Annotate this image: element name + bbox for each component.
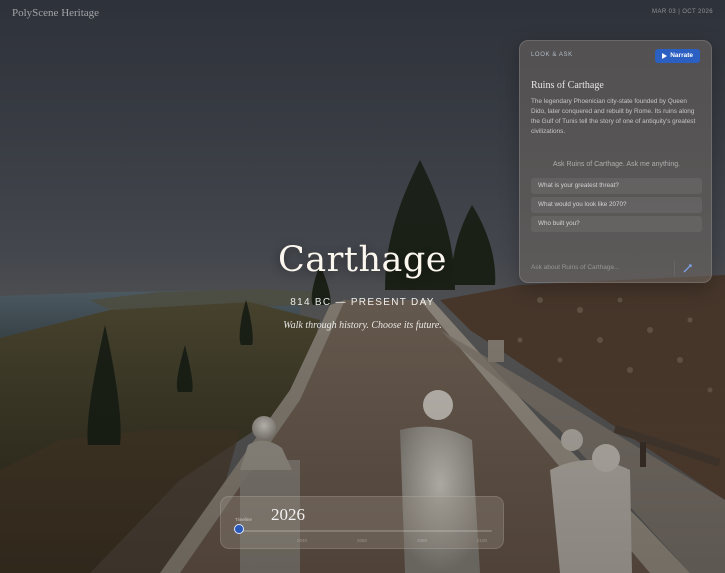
hero-period: 814 BC — PRESENT DAY [290,297,435,308]
timeline-year: 2026 [271,505,305,524]
look-and-ask-panel: LOOK & ASK Narrate Ruins of Carthage The… [519,40,712,283]
timeline-track[interactable] [237,530,492,532]
ask-input[interactable] [531,261,664,275]
suggestion-chip[interactable]: Who built you? [531,216,702,232]
ask-hint: Ask Ruins of Carthage. Ask me anything. [552,161,681,168]
timeline-thumb[interactable] [234,524,244,534]
panel-tag: LOOK & ASK [531,52,573,58]
panel-description: The legendary Phoenician city-state foun… [531,98,696,135]
narrate-label: Narrate [670,52,693,59]
timeline-tick: 2100 [477,538,488,543]
play-icon [662,53,668,59]
suggestion-chip[interactable]: What would you look like 2070? [531,197,702,213]
send-button[interactable] [674,261,699,276]
suggestion-chip[interactable]: What is your greatest threat? [531,178,702,194]
timeline-label: Timeline [235,517,252,522]
timeline-panel: Timeline 2026 2040 2060 2080 2100 [220,496,504,549]
hero-tagline: Walk through history. Choose its future. [283,320,442,331]
narrate-button[interactable]: Narrate [655,49,700,63]
top-right-label: MAR 03 | OCT 2026 [652,9,713,15]
timeline-tick: 2040 [297,538,308,543]
timeline-tick: 2060 [357,538,368,543]
send-icon [683,264,692,273]
brand-logo[interactable]: PolyScene Heritage [12,7,99,19]
timeline-tick: 2080 [417,538,428,543]
panel-title: Ruins of Carthage [531,80,604,91]
